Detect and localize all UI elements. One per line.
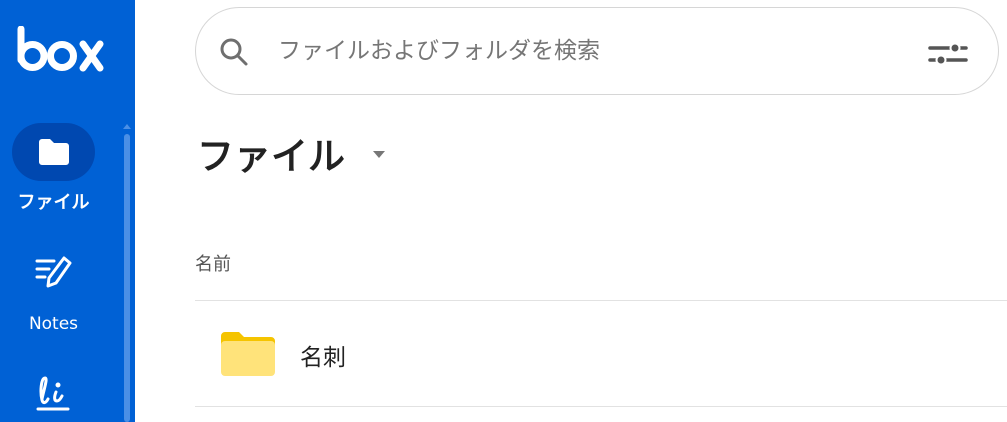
file-name[interactable]: 名刺 [300, 338, 346, 372]
box-logo[interactable] [16, 26, 106, 72]
page-title[interactable]: ファイル [197, 126, 345, 180]
sidebar: ファイル Notes [0, 0, 135, 422]
sign-icon[interactable] [34, 374, 74, 414]
sidebar-item-notes-label[interactable]: Notes [0, 314, 107, 334]
folder-icon [39, 139, 69, 165]
table-row[interactable]: 名刺 [195, 301, 1007, 406]
divider [195, 406, 1007, 407]
filter-settings-icon[interactable] [928, 41, 968, 67]
sidebar-scrollbar[interactable] [124, 134, 130, 422]
column-header-name[interactable]: 名前 [195, 250, 231, 276]
folder-icon [221, 332, 275, 376]
search-input[interactable] [278, 34, 898, 68]
search-bar[interactable] [195, 7, 999, 95]
sidebar-item-files[interactable] [12, 123, 95, 181]
sidebar-item-files-label[interactable]: ファイル [0, 188, 107, 214]
notes-icon[interactable] [34, 255, 74, 293]
title-dropdown-caret-icon[interactable] [373, 151, 385, 158]
scroll-up-arrow[interactable] [123, 124, 131, 129]
search-icon [220, 38, 248, 66]
